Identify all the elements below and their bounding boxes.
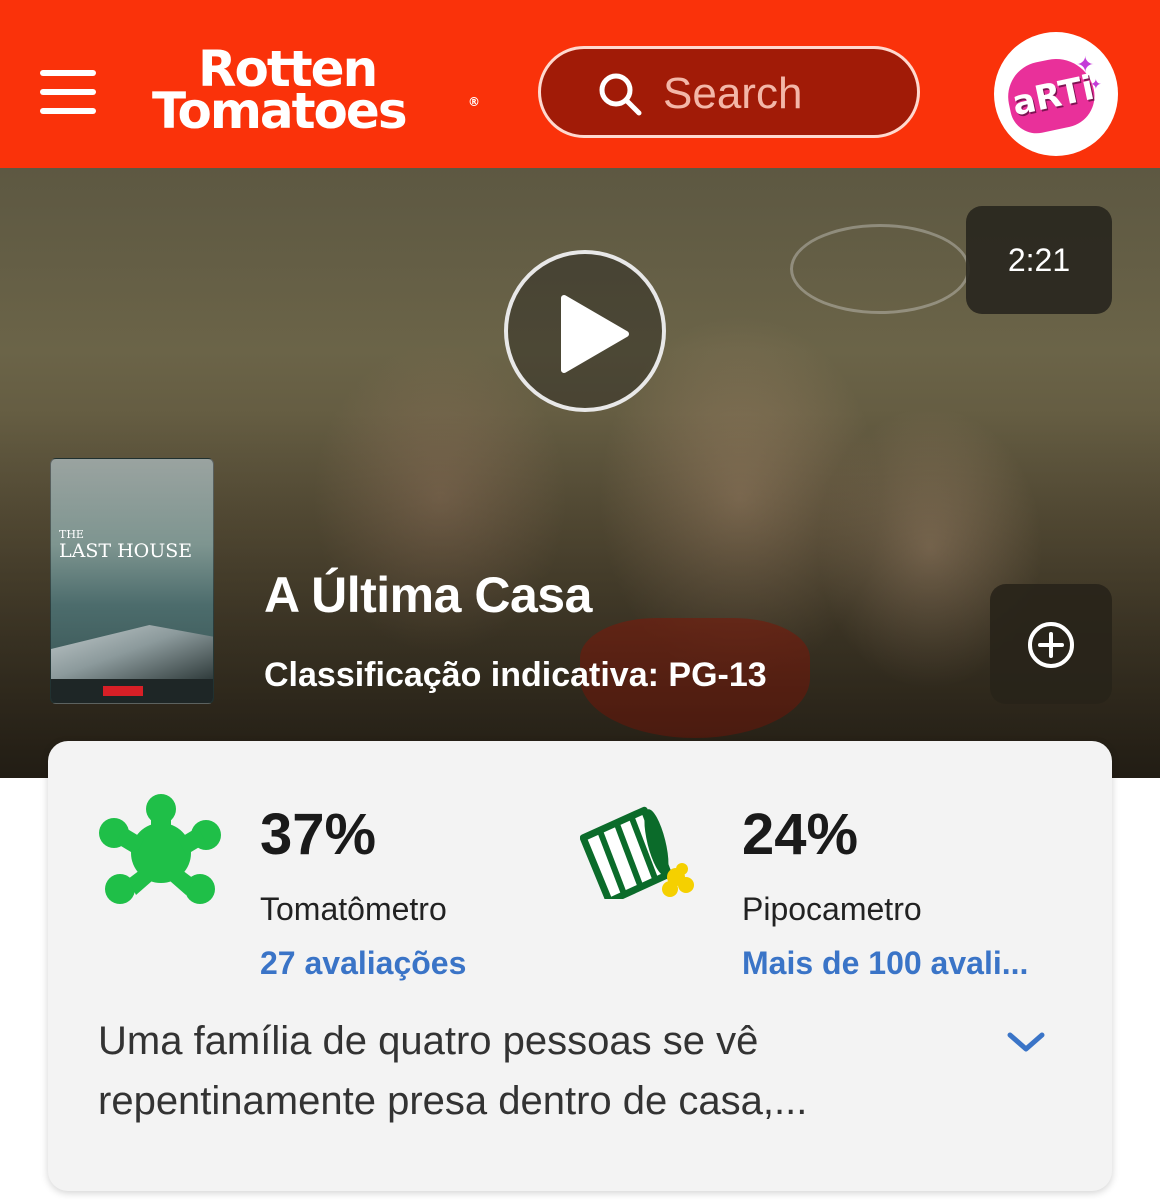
movie-poster[interactable]: THE LAST HOUSE xyxy=(50,458,214,704)
search-placeholder: Search xyxy=(663,69,803,118)
poster-title: THE LAST HOUSE xyxy=(59,529,192,561)
tipped-popcorn-bucket-icon xyxy=(580,806,694,899)
play-icon xyxy=(561,295,629,373)
rotten-tomatoes-logo[interactable]: Rotten Tomatoes ® xyxy=(152,40,482,140)
content-rating: Classificação indicativa: PG-13 xyxy=(264,656,767,694)
popcornmeter-reviews-link[interactable]: Mais de 100 avali... xyxy=(742,945,1028,982)
popcornmeter-label: Pipocametro xyxy=(742,891,922,927)
plus-circle-icon xyxy=(1028,622,1074,668)
play-button[interactable] xyxy=(504,250,666,412)
score-card: 37% Tomatômetro 27 avaliações 24% Pipoca… xyxy=(48,741,1112,1191)
tomatometer-label: Tomatômetro xyxy=(260,891,447,927)
poster-title-small: THE xyxy=(59,528,84,541)
green-splat-icon xyxy=(99,794,221,904)
logo-registered-mark: ® xyxy=(468,95,480,109)
poster-title-main: LAST HOUSE xyxy=(59,540,193,562)
search-icon xyxy=(599,73,642,116)
movie-title: A Última Casa xyxy=(264,567,592,623)
site-header: Rotten Tomatoes ® Search ✦ ✦ aRTi xyxy=(0,0,1160,168)
tomatometer-reviews-link[interactable]: 27 avaliações xyxy=(260,945,466,982)
user-avatar[interactable]: ✦ ✦ aRTi xyxy=(994,32,1118,156)
logo-word-tomatoes: Tomatoes xyxy=(152,82,408,140)
netflix-logo xyxy=(103,686,143,696)
movie-synopsis: Uma família de quatro pessoas se vê repe… xyxy=(98,1019,808,1123)
hamburger-menu-icon[interactable] xyxy=(40,70,98,114)
tomatometer-score: 37% xyxy=(260,802,377,867)
add-to-watchlist-button[interactable] xyxy=(990,584,1112,704)
video-duration-badge: 2:21 xyxy=(966,206,1112,314)
poster-footer xyxy=(51,679,213,703)
chevron-down-icon[interactable] xyxy=(1004,1027,1048,1057)
popcornmeter-score: 24% xyxy=(742,802,859,867)
poster-house-image xyxy=(51,625,213,679)
search-input[interactable]: Search xyxy=(538,46,920,138)
